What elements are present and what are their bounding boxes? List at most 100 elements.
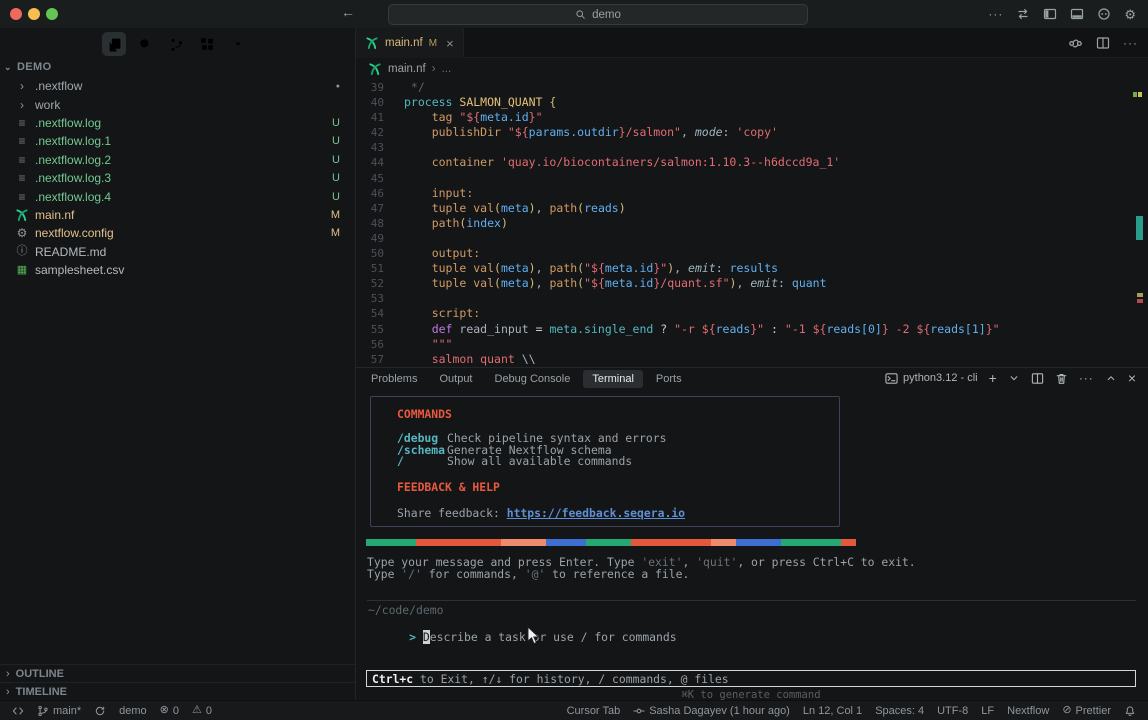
swap-arrows-icon[interactable]: [1016, 7, 1030, 21]
more-actions-icon[interactable]: ···: [1123, 37, 1138, 49]
chevron-up-icon[interactable]: [1105, 372, 1117, 384]
gradient-bar: [366, 539, 856, 546]
more-actions-icon[interactable]: ···: [1079, 372, 1094, 384]
source-control-icon[interactable]: [164, 32, 188, 56]
status-0[interactable]: ⊗0: [160, 705, 179, 717]
status-lf[interactable]: LF: [981, 705, 994, 717]
code-token: "${: [584, 276, 605, 291]
ellipsis-icon[interactable]: ···: [988, 8, 1003, 20]
timeline-section[interactable]: › TIMELINE: [0, 682, 356, 700]
tree-item-nextflow-log[interactable]: ≡.nextflow.logU: [0, 114, 356, 132]
tree-item-nextflow-log-4[interactable]: ≡.nextflow.log.4U: [0, 187, 356, 205]
layout-sidebar-icon[interactable]: [1043, 7, 1057, 21]
close-icon[interactable]: ×: [446, 36, 454, 51]
status-demo[interactable]: demo: [119, 705, 147, 717]
status-main[interactable]: main*: [37, 705, 81, 717]
tree-item-readme-md[interactable]: ⓘ README.md: [0, 243, 356, 261]
code-token: quant: [792, 276, 827, 291]
status-0[interactable]: ⚠0: [192, 705, 212, 717]
breadcrumb[interactable]: main.nf › ...: [368, 58, 451, 80]
traffic-close-button[interactable]: [10, 8, 22, 20]
tree-item-nextflow[interactable]: ›.nextflow●: [0, 77, 356, 95]
chevron-down-icon[interactable]: [226, 32, 250, 56]
gradient-segment: [711, 539, 736, 546]
panel-tab-debug-console[interactable]: Debug Console: [486, 370, 580, 388]
split-terminal-icon[interactable]: [1031, 372, 1044, 385]
tree-item-main-nf[interactable]: main.nfM: [0, 206, 356, 224]
tab-main-nf[interactable]: main.nf M ×: [356, 28, 464, 58]
tree-item-work[interactable]: ›work: [0, 95, 356, 113]
files-icon[interactable]: [102, 32, 126, 56]
status-bell-icon[interactable]: [1124, 705, 1136, 717]
help-text: '/': [401, 567, 422, 581]
traffic-zoom-button[interactable]: [46, 8, 58, 20]
close-icon[interactable]: ×: [1128, 371, 1136, 385]
terminal-prompt[interactable]: > Describe a task or use / for commands: [368, 616, 677, 658]
code-token: ): [730, 276, 737, 291]
code-token: ,: [681, 125, 695, 140]
back-arrow-icon[interactable]: ←: [341, 5, 355, 19]
code-token: "${: [459, 110, 480, 125]
extensions-icon[interactable]: [195, 32, 219, 56]
terminal-instance-label[interactable]: python3.12 - cli: [885, 372, 978, 385]
vscode-window: ← demo ···⚙ ⌄ DEMO ›.nextflow●›work≡.nex…: [0, 0, 1148, 720]
explorer-section-header[interactable]: ⌄ DEMO: [4, 61, 52, 73]
panel-tab-terminal[interactable]: Terminal: [583, 370, 643, 388]
tree-item-label: main.nf: [35, 208, 74, 222]
split-editor-icon[interactable]: [1096, 36, 1110, 50]
add-terminal-icon[interactable]: +: [989, 371, 997, 385]
sidebar: ⌄ DEMO ›.nextflow●›work≡.nextflow.logU≡.…: [0, 28, 356, 700]
tree-item-nextflow-log-3[interactable]: ≡.nextflow.log.3U: [0, 169, 356, 187]
line-number: 45: [356, 171, 384, 186]
gradient-segment: [416, 539, 501, 546]
panel-tab-problems[interactable]: Problems: [362, 370, 426, 388]
panel-tab-output[interactable]: Output: [430, 370, 481, 388]
status-utf-8[interactable]: UTF-8: [937, 705, 968, 717]
gradient-segment: [501, 539, 546, 546]
status-label: 0: [206, 705, 212, 717]
line-number: 43: [356, 140, 384, 155]
outline-section[interactable]: › OUTLINE: [0, 664, 356, 682]
settings-gear-icon[interactable]: ⚙: [1124, 8, 1136, 21]
chevron-down-icon[interactable]: [1008, 372, 1020, 384]
tree-item-nextflow-log-1[interactable]: ≡.nextflow.log.1U: [0, 132, 356, 150]
shell-label: python3.12 - cli: [903, 372, 978, 384]
copilot-icon[interactable]: [1097, 7, 1111, 21]
status-spaces-4[interactable]: Spaces: 4: [875, 705, 924, 717]
status-sync-icon[interactable]: [94, 705, 106, 717]
status-ln-12-col-1[interactable]: Ln 12, Col 1: [803, 705, 862, 717]
status-cursor-tab[interactable]: Cursor Tab: [567, 705, 621, 717]
search-icon[interactable]: [133, 32, 157, 56]
tree-item-label: work: [35, 98, 60, 112]
traffic-minimize-button[interactable]: [28, 8, 40, 20]
tree-item-samplesheet-csv[interactable]: ▦samplesheet.csv: [0, 261, 356, 279]
command-center-search[interactable]: demo: [388, 4, 808, 25]
sync-icon: [94, 705, 106, 717]
open-changes-icon[interactable]: [1068, 36, 1083, 51]
code-area[interactable]: 39 */40process SALMON_QUANT {41 tag "${m…: [356, 80, 1132, 368]
tree-item-label: .nextflow.log.4: [35, 190, 111, 204]
tree-item-nextflow-config[interactable]: ⚙nextflow.configM: [0, 224, 356, 242]
log-file-icon: ≡: [14, 191, 30, 203]
code-line: 48 path(index): [356, 216, 1132, 231]
terminal-input-box[interactable]: Ctrl+c to Exit, ↑/↓ for history, / comma…: [366, 670, 1136, 687]
status-remote-icon[interactable]: [12, 705, 24, 717]
layout-panel-icon[interactable]: [1070, 7, 1084, 21]
trash-icon[interactable]: [1055, 372, 1068, 385]
panel-tab-ports[interactable]: Ports: [647, 370, 691, 388]
gradient-segment: [781, 539, 841, 546]
status-nextflow[interactable]: Nextflow: [1007, 705, 1049, 717]
feedback-link[interactable]: https://feedback.seqera.io: [507, 506, 685, 520]
tree-item-nextflow-log-2[interactable]: ≡.nextflow.log.2U: [0, 151, 356, 169]
status-prettier[interactable]: ⊘Prettier: [1062, 705, 1111, 717]
tree-item-label: README.md: [35, 245, 106, 259]
code-token: input:: [432, 186, 474, 201]
overview-ruler-mark: [1137, 293, 1143, 297]
status-sasha-dagayev-1-hour-ago[interactable]: Sasha Dagayev (1 hour ago): [633, 705, 790, 717]
code-line: 50 output:: [356, 246, 1132, 261]
code-token: [404, 110, 432, 125]
panel-divider[interactable]: [356, 367, 1148, 368]
info-icon: ⓘ: [14, 246, 30, 257]
scrollbar-thumb[interactable]: [1136, 216, 1143, 240]
log-file-icon: ≡: [14, 117, 30, 129]
